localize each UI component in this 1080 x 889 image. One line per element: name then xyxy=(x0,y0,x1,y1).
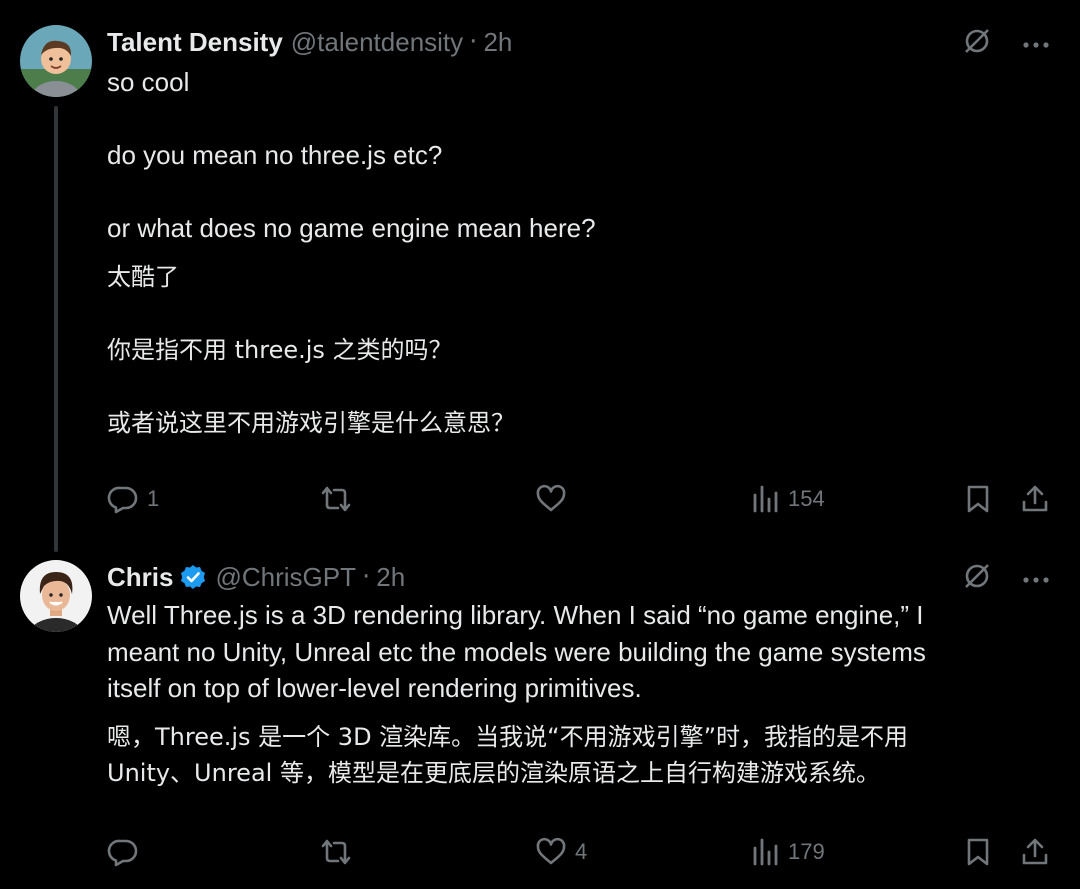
reply-icon xyxy=(107,836,139,868)
repost-button[interactable] xyxy=(319,836,361,868)
like-icon xyxy=(535,836,567,868)
like-icon xyxy=(535,483,567,515)
grok-icon[interactable] xyxy=(962,26,992,60)
views-button[interactable]: 154 xyxy=(752,483,825,515)
more-icon[interactable] xyxy=(1022,34,1050,53)
bookmark-button[interactable] xyxy=(964,483,992,515)
bookmark-icon xyxy=(964,836,992,868)
like-count: 4 xyxy=(575,839,588,864)
view-count: 179 xyxy=(788,839,825,864)
views-icon xyxy=(752,836,780,868)
repost-button[interactable] xyxy=(319,483,361,515)
reply-post-talent-density: Talent Density @talentdensity · 2h so co… xyxy=(0,0,1080,552)
repost-icon xyxy=(319,836,353,868)
share-icon xyxy=(1020,483,1050,515)
post-time[interactable]: 2h xyxy=(376,562,405,593)
reply-post-chris: Chris @ChrisGPT · 2h Well Three.js is a … xyxy=(0,545,1080,889)
thread-line xyxy=(54,106,58,552)
post-text-english: so cool do you mean no three.js etc? or … xyxy=(107,67,596,243)
reply-count: 1 xyxy=(147,486,160,511)
repost-icon xyxy=(319,483,353,515)
share-icon xyxy=(1020,836,1050,868)
separator: · xyxy=(469,27,478,57)
share-button[interactable] xyxy=(1020,483,1050,515)
reply-button[interactable]: 1 xyxy=(107,483,159,515)
views-icon xyxy=(752,483,780,515)
bookmark-icon xyxy=(964,483,992,515)
verified-badge-icon[interactable] xyxy=(179,563,207,591)
like-button[interactable]: 4 xyxy=(535,836,587,868)
post-text-english: Well Three.js is a 3D rendering library.… xyxy=(107,600,926,703)
avatar[interactable] xyxy=(20,25,92,97)
action-bar: 1 154 xyxy=(107,481,1050,517)
view-count: 154 xyxy=(788,486,825,511)
author-handle[interactable]: @talentdensity xyxy=(291,27,463,58)
reply-icon xyxy=(107,483,139,515)
post-text-chinese: 嗯，Three.js 是一个 3D 渲染库。当我说“不用游戏引擎”时，我指的是不… xyxy=(107,722,909,788)
share-button[interactable] xyxy=(1020,836,1050,868)
action-bar: 4 179 xyxy=(107,834,1050,870)
reply-button[interactable] xyxy=(107,836,147,868)
post-header: Talent Density @talentdensity · 2h xyxy=(107,26,1050,58)
bookmark-button[interactable] xyxy=(964,836,992,868)
separator: · xyxy=(361,562,371,592)
avatar[interactable] xyxy=(20,560,92,632)
post-text-chinese: 太酷了 你是指不用 three.js 之类的吗？ 或者说这里不用游戏引擎是什么意… xyxy=(107,262,515,437)
views-button[interactable]: 179 xyxy=(752,836,825,868)
author-handle[interactable]: @ChrisGPT xyxy=(215,562,356,593)
author-name[interactable]: Talent Density xyxy=(107,27,283,58)
grok-icon[interactable] xyxy=(962,561,992,595)
like-button[interactable] xyxy=(535,483,575,515)
author-name[interactable]: Chris xyxy=(107,562,173,593)
more-icon[interactable] xyxy=(1022,569,1050,588)
post-header: Chris @ChrisGPT · 2h xyxy=(107,561,1050,593)
post-time[interactable]: 2h xyxy=(483,27,512,58)
